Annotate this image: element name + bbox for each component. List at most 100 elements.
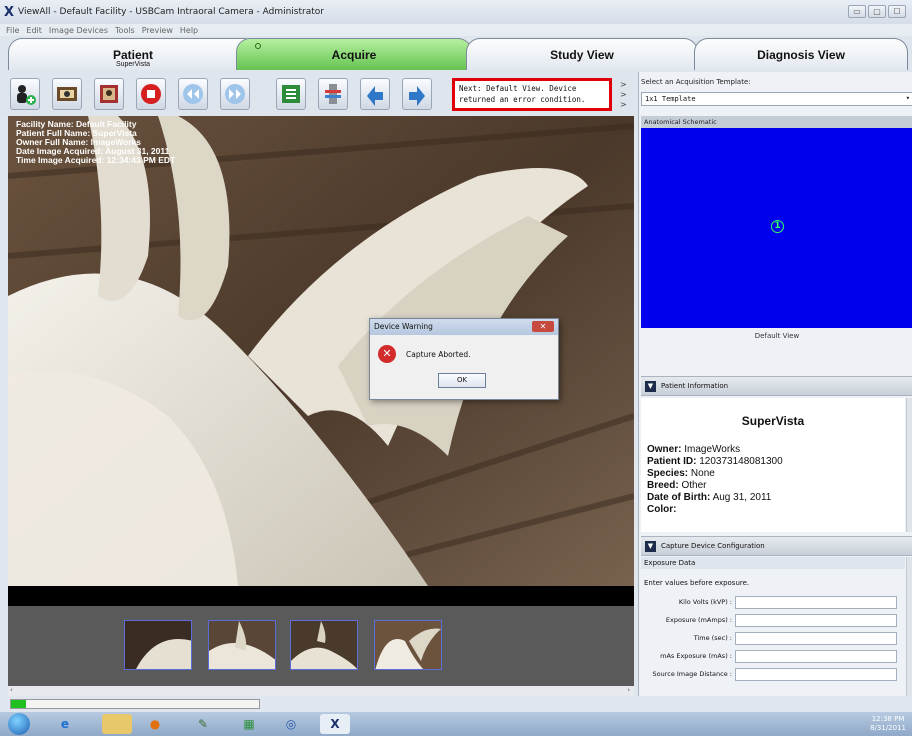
status-scroll-arrows[interactable]: > > > (620, 80, 630, 110)
image-bottom-bar (8, 586, 634, 606)
network-taskbar-icon[interactable]: ◎ (276, 714, 306, 734)
patient-id-row: Patient ID: 120373148081300 (647, 456, 899, 468)
patient-info-scrollbar[interactable] (906, 398, 912, 532)
thumbnail-2[interactable] (208, 620, 276, 670)
tab-patient-sub: SuperVista (115, 61, 151, 68)
mas-label: mAs Exposure (mAs) : (660, 652, 732, 660)
mamps-label: Exposure (mAmps) : (665, 616, 732, 624)
thumbnail-strip (8, 606, 634, 686)
thumbnail-3[interactable] (290, 620, 358, 670)
chevron-down-icon[interactable]: ▾ (906, 94, 910, 102)
tab-study-view[interactable]: Study View (466, 38, 698, 70)
schematic-header: Anatomical Schematic (641, 116, 912, 128)
ok-button[interactable]: OK (438, 373, 486, 388)
viewall-taskbar-icon[interactable]: X (320, 714, 350, 734)
image-horizontal-scrollbar[interactable]: ‹ › (8, 686, 634, 696)
tab-patient[interactable]: Patient SuperVista (8, 38, 258, 70)
tray-time: 12:38 PM (871, 715, 905, 723)
sid-label: Source Image Distance : (652, 670, 733, 678)
previous-button[interactable] (178, 78, 208, 110)
add-patient-button[interactable] (10, 78, 40, 110)
media-taskbar-icon[interactable]: ● (140, 714, 170, 734)
color-label: Color: (647, 504, 677, 515)
sid-field-row: Source Image Distance : (641, 665, 905, 683)
patient-id-value: 120373148081300 (699, 456, 783, 467)
menu-help[interactable]: Help (180, 26, 198, 35)
tab-patient-label: Patient (112, 48, 153, 62)
thumbnail-4[interactable] (374, 620, 442, 670)
acquisition-template-select[interactable]: 1x1 Template ▾ (641, 92, 912, 106)
window-controls: ▭ ▢ ☐ (848, 5, 906, 18)
rotate-left-icon (367, 86, 383, 106)
thumbnail-1-image (125, 621, 191, 669)
exposure-data-header: Exposure Data (641, 557, 905, 569)
tab-diagnosis-view[interactable]: Diagnosis View (694, 38, 908, 70)
add-person-icon (17, 85, 36, 105)
kvp-field-row: Kilo Volts (kVP) : (641, 593, 905, 611)
device-icon (325, 84, 341, 104)
thumbnail-2-image (209, 621, 275, 669)
acquire-toolbar: Next: Default View. Device returned an e… (0, 72, 636, 116)
capture-config-scrollbar[interactable] (906, 557, 912, 696)
scroll-left-icon[interactable]: ‹ (10, 686, 13, 694)
title-bar: X ViewAll - Default Facility - USBCam In… (0, 0, 912, 24)
kvp-label: Kilo Volts (kVP) : (678, 598, 732, 606)
collapse-triangle-icon[interactable]: ▼ (645, 381, 656, 392)
time-input[interactable] (735, 631, 897, 645)
tab-acquire-label: Acquire (331, 48, 377, 62)
sid-input[interactable] (735, 667, 897, 681)
rotate-right-icon (409, 86, 425, 106)
kvp-input[interactable] (735, 595, 897, 609)
menu-tools[interactable]: Tools (115, 26, 135, 35)
mamps-input[interactable] (735, 613, 897, 627)
dialog-close-button[interactable]: ✕ (532, 321, 554, 332)
menu-edit[interactable]: Edit (26, 26, 42, 35)
menu-image-devices[interactable]: Image Devices (49, 26, 108, 35)
system-tray-clock[interactable]: 12:38 PM 8/31/2011 (870, 715, 906, 733)
menu-file[interactable]: File (6, 26, 19, 35)
explorer-taskbar-icon[interactable] (102, 714, 132, 734)
menu-preview[interactable]: Preview (142, 26, 173, 35)
mamps-field-row: Exposure (mAmps) : (641, 611, 905, 629)
breed-label: Breed: (647, 480, 679, 491)
acquisition-template-label: Select an Acquisition Template: (641, 78, 751, 86)
paint-taskbar-icon[interactable]: ✎ (188, 714, 218, 734)
start-button[interactable] (8, 713, 30, 735)
error-icon: ✕ (378, 345, 396, 363)
capture-config-card: Exposure Data Enter values before exposu… (641, 557, 905, 696)
auto-capture-button[interactable] (276, 78, 306, 110)
maximize-button[interactable]: ▢ (868, 5, 886, 18)
capture-config-title: Capture Device Configuration (661, 542, 765, 550)
menu-bar: File Edit Image Devices Tools Preview He… (0, 24, 912, 36)
overlay-time: Time Image Acquired: 12:34:43 PM EDT (16, 155, 176, 165)
ie-taskbar-icon[interactable]: e (50, 714, 80, 734)
schematic-caption: Default View (754, 332, 800, 340)
app-taskbar-icon[interactable]: ▦ (234, 714, 264, 734)
time-label: Time (sec) : (693, 634, 732, 642)
capture-settings-button[interactable] (52, 78, 82, 110)
tab-acquire[interactable]: Acquire (236, 38, 472, 70)
anatomical-schematic[interactable]: 1 (641, 128, 912, 328)
stop-button[interactable] (136, 78, 166, 110)
close-button[interactable]: ☐ (888, 5, 906, 18)
exposure-note: Enter values before exposure. (644, 579, 750, 587)
minimize-button[interactable]: ▭ (848, 5, 866, 18)
thumbnail-1[interactable] (124, 620, 192, 670)
main-tabs: Patient SuperVista Acquire Study View Di… (0, 36, 912, 72)
rotate-right-button[interactable] (402, 78, 432, 110)
collapse-triangle-icon[interactable]: ▼ (645, 541, 656, 552)
schematic-view-marker[interactable]: 1 (771, 220, 784, 233)
scroll-right-icon[interactable]: › (627, 686, 630, 694)
tab-diagnosis-view-label: Diagnosis View (757, 48, 845, 62)
patient-info-header[interactable]: ▼ Patient Information (641, 376, 912, 396)
puzzle-icon (282, 85, 300, 103)
breed-value: Other (681, 480, 707, 491)
next-button[interactable] (220, 78, 250, 110)
device-select-button[interactable] (318, 78, 348, 110)
mas-input[interactable] (735, 649, 897, 663)
capture-config-header[interactable]: ▼ Capture Device Configuration (641, 536, 912, 556)
right-panel: Select an Acquisition Template: 1x1 Temp… (638, 72, 912, 696)
rotate-left-button[interactable] (360, 78, 390, 110)
image-preview-button[interactable] (94, 78, 124, 110)
dob-value: Aug 31, 2011 (712, 492, 772, 503)
